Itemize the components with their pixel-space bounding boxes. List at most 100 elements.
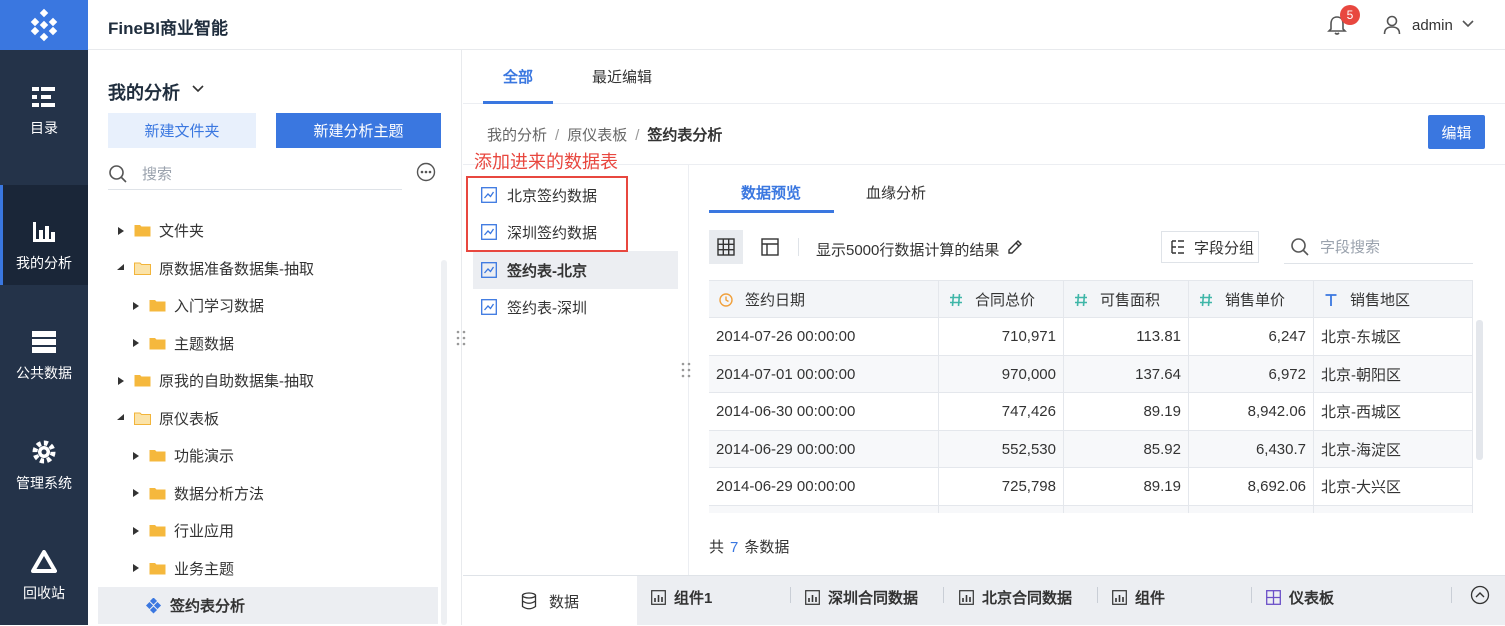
table-list-item[interactable]: 签约表-北京 bbox=[473, 251, 678, 289]
directory-scrollbar[interactable] bbox=[441, 260, 447, 625]
calculation-info: 显示5000行数据计算的结果 bbox=[816, 242, 1000, 259]
chevron-down-icon[interactable] bbox=[1460, 16, 1476, 32]
breadcrumb-item[interactable]: 原仪表板 bbox=[567, 127, 627, 144]
caret-down-icon[interactable] bbox=[116, 413, 126, 423]
tab-component-1[interactable]: 组件1 bbox=[651, 587, 712, 608]
nav-item-catalog[interactable]: 目录 bbox=[0, 50, 88, 150]
tree-item[interactable]: 行业应用 bbox=[98, 512, 438, 549]
nav-item-admin[interactable]: 管理系统 bbox=[0, 405, 88, 505]
tree-item[interactable]: 原数据准备数据集-抽取 bbox=[98, 250, 438, 287]
column-header[interactable]: 合同总价 bbox=[939, 281, 1064, 318]
table-cell bbox=[1314, 505, 1473, 513]
tree-item-label: 原我的自助数据集-抽取 bbox=[159, 373, 314, 390]
folder-icon bbox=[149, 337, 166, 349]
tree-item-label: 入门学习数据 bbox=[174, 298, 265, 315]
new-analysis-subject-button[interactable]: 新建分析主题 bbox=[276, 113, 441, 148]
caret-right-icon[interactable] bbox=[131, 488, 141, 498]
table-list-item[interactable]: 签约表-深圳 bbox=[473, 288, 678, 326]
breadcrumb-item[interactable]: 我的分析 bbox=[487, 127, 547, 144]
table-cell: 552,530 bbox=[939, 430, 1064, 468]
drag-handle-icon bbox=[456, 330, 466, 346]
tree-item[interactable]: 功能演示 bbox=[98, 437, 438, 474]
breadcrumb-separator: / bbox=[635, 127, 640, 144]
tree-item-label: 文件夹 bbox=[159, 223, 205, 240]
drag-handle[interactable] bbox=[455, 330, 467, 349]
chevron-down-icon[interactable] bbox=[190, 81, 206, 97]
active-tab-indicator bbox=[709, 210, 834, 213]
table-cell: 725,798 bbox=[939, 468, 1064, 505]
tree-item[interactable]: 入门学习数据 bbox=[98, 287, 438, 324]
grid-icon bbox=[717, 238, 735, 256]
tree-item[interactable]: 原我的自助数据集-抽取 bbox=[98, 362, 438, 399]
layout-view-button[interactable] bbox=[753, 230, 787, 264]
row-count: 共 7 条数据 bbox=[709, 536, 789, 557]
directory-search[interactable]: 搜索 bbox=[108, 158, 402, 190]
caret-right-icon[interactable] bbox=[131, 563, 141, 573]
field-group-button[interactable]: 字段分组 bbox=[1161, 231, 1259, 263]
tab-data-preview[interactable]: 数据预览 bbox=[741, 182, 801, 203]
column-header[interactable]: 销售单价 bbox=[1189, 281, 1314, 318]
tab-label: 深圳合同数据 bbox=[828, 590, 919, 607]
app-title: FineBI商业智能 bbox=[108, 19, 228, 38]
tab-lineage[interactable]: 血缘分析 bbox=[866, 182, 926, 203]
caret-right-icon[interactable] bbox=[116, 376, 126, 386]
tree-item[interactable]: 数据分析方法 bbox=[98, 475, 438, 512]
grid-view-button[interactable] bbox=[709, 230, 743, 264]
column-header[interactable]: 销售地区 bbox=[1314, 281, 1473, 318]
caret-right-icon[interactable] bbox=[131, 526, 141, 536]
column-header[interactable]: 可售面积 bbox=[1064, 281, 1189, 318]
tree-item[interactable]: 文件夹 bbox=[98, 212, 438, 249]
new-folder-button[interactable]: 新建文件夹 bbox=[108, 113, 256, 148]
nav-label: 目录 bbox=[30, 120, 58, 136]
tree-item[interactable]: 主题数据 bbox=[98, 325, 438, 362]
chevron-up-icon[interactable] bbox=[1470, 585, 1490, 605]
tree-item[interactable]: 原仪表板 bbox=[98, 400, 438, 437]
tab-dashboard[interactable]: 仪表板 bbox=[1266, 587, 1334, 608]
user-icon[interactable] bbox=[1383, 15, 1401, 35]
user-name[interactable]: admin bbox=[1412, 17, 1453, 34]
caret-right-icon[interactable] bbox=[131, 451, 141, 461]
caret-right-icon[interactable] bbox=[131, 338, 141, 348]
tree-item[interactable]: 签约表分析 bbox=[98, 587, 438, 624]
recycle-icon bbox=[31, 549, 57, 575]
nav-item-recycle[interactable]: 回收站 bbox=[0, 515, 88, 615]
caret-right-icon[interactable] bbox=[131, 301, 141, 311]
column-header-label: 可售面积 bbox=[1100, 292, 1161, 309]
drag-handle[interactable] bbox=[680, 362, 692, 381]
table-row: 2014-06-29 00:00:00 725,798 89.19 8,692.06 北… bbox=[709, 468, 1473, 506]
column-header[interactable]: 签约日期 bbox=[709, 281, 939, 318]
tab-label: 仪表板 bbox=[1289, 590, 1335, 607]
table-cell: 北京-东城区 bbox=[1314, 318, 1473, 355]
caret-down-icon[interactable] bbox=[116, 263, 126, 273]
divider bbox=[1451, 587, 1452, 603]
tab-data[interactable]: 数据 bbox=[463, 576, 637, 626]
column-header-label: 销售地区 bbox=[1350, 292, 1411, 309]
pencil-icon[interactable] bbox=[1006, 238, 1024, 256]
tab-shenzhen-contract-data[interactable]: 深圳合同数据 bbox=[805, 587, 918, 608]
tab-recent[interactable]: 最近编辑 bbox=[592, 66, 652, 87]
dashboard-icon bbox=[1266, 590, 1281, 605]
tree-item[interactable]: 业务主题 bbox=[98, 550, 438, 587]
tab-label: 北京合同数据 bbox=[982, 590, 1073, 607]
tab-all[interactable]: 全部 bbox=[503, 66, 533, 87]
table-cell: 747,426 bbox=[939, 393, 1064, 430]
logo[interactable] bbox=[0, 0, 88, 50]
more-icon[interactable] bbox=[416, 162, 436, 182]
breadcrumb-separator: / bbox=[555, 127, 560, 144]
table-cell: 北京-西城区 bbox=[1314, 393, 1473, 430]
tab-component[interactable]: 组件 bbox=[1112, 587, 1165, 608]
nav-item-public-data[interactable]: 公共数据 bbox=[0, 295, 88, 395]
edit-button[interactable]: 编辑 bbox=[1428, 115, 1485, 149]
tab-beijing-contract-data[interactable]: 北京合同数据 bbox=[959, 587, 1072, 608]
table-cell: 2014-06-29 00:00:00 bbox=[709, 430, 939, 468]
field-group-icon bbox=[1171, 240, 1184, 254]
nav-item-my-analysis[interactable]: 我的分析 bbox=[0, 185, 88, 285]
caret-right-icon[interactable] bbox=[116, 226, 126, 236]
nav-label: 管理系统 bbox=[16, 475, 72, 491]
gear-icon bbox=[31, 439, 57, 465]
directory-title[interactable]: 我的分析 bbox=[108, 79, 180, 105]
table-scrollbar[interactable] bbox=[1476, 320, 1483, 460]
number-type-icon bbox=[949, 293, 963, 307]
field-search-input[interactable]: 字段搜索 bbox=[1284, 230, 1473, 264]
folder-icon bbox=[134, 225, 151, 237]
